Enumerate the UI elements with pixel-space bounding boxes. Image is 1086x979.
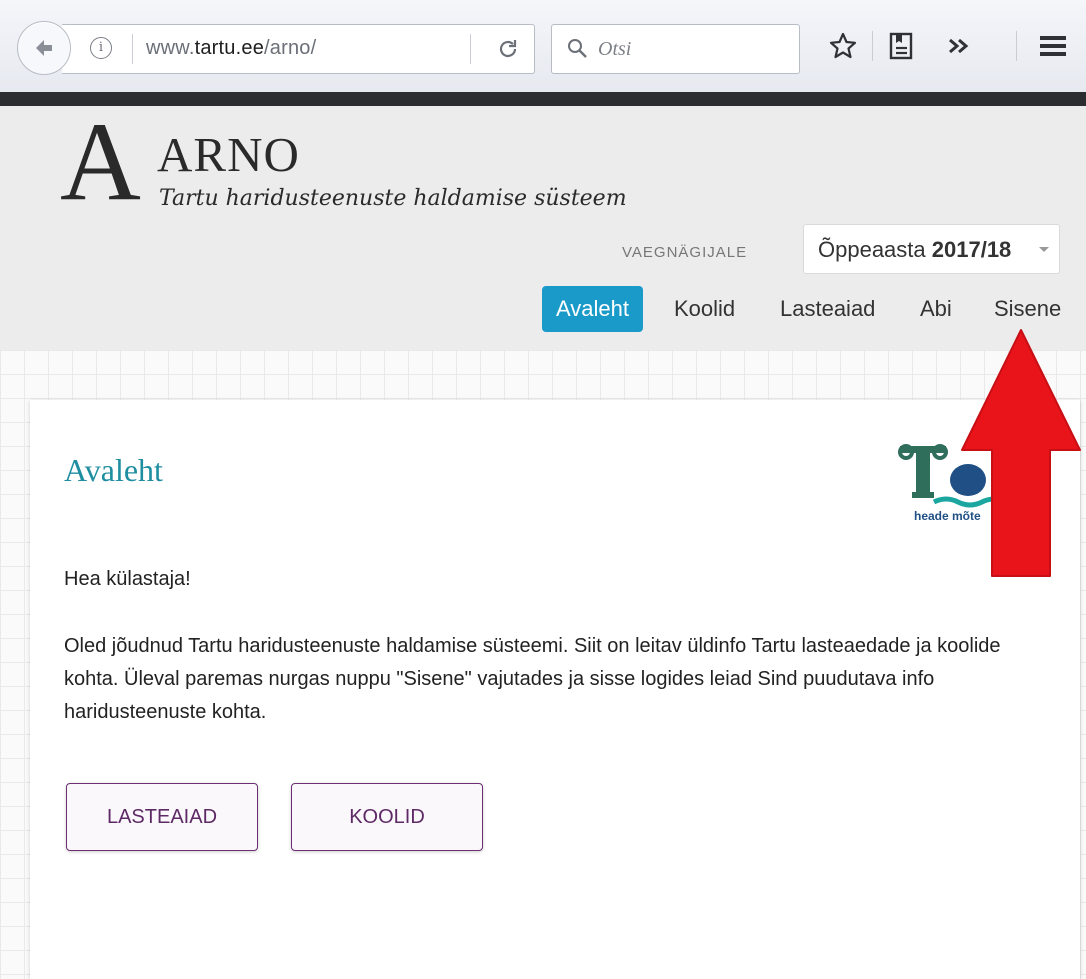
page-top-band: [0, 92, 1086, 106]
search-input[interactable]: [596, 35, 790, 63]
kindergartens-button[interactable]: LASTEAIAD: [66, 783, 258, 851]
overflow-chevron-icon[interactable]: [942, 26, 976, 66]
app-name[interactable]: ARNO: [157, 126, 300, 183]
url-path: /arno/: [264, 37, 317, 59]
intro-text: Oled jõudnud Tartu haridusteenuste halda…: [64, 635, 1001, 723]
chevron-down-icon: [1039, 247, 1049, 252]
year-label: Õppeaasta: [818, 237, 926, 262]
nav-item-avaleht[interactable]: Avaleht: [542, 286, 643, 332]
logo-letter[interactable]: A: [60, 106, 141, 218]
nav-item-lasteaiad[interactable]: Lasteaiad: [766, 286, 889, 332]
nav-item-abi[interactable]: Abi: [906, 286, 966, 332]
url-domain: tartu.ee: [194, 37, 265, 59]
divider: [132, 34, 133, 64]
toolbar-divider: [1016, 31, 1017, 61]
greeting-text: Hea külastaja!: [64, 568, 191, 590]
reading-list-icon[interactable]: [884, 26, 918, 66]
bookmark-star-icon[interactable]: [826, 26, 860, 66]
back-arrow-icon: [36, 40, 52, 56]
content-card: Avaleht heade mõte Hea külastaja! Oled j…: [30, 400, 1080, 979]
info-icon[interactable]: i: [90, 37, 112, 59]
browser-toolbar: i www.tartu.ee/arno/: [0, 0, 1086, 93]
year-value: 2017/18: [931, 237, 1012, 262]
reload-icon[interactable]: [496, 37, 520, 61]
annotation-arrow-icon: [961, 329, 1081, 577]
url-text[interactable]: www.tartu.ee/arno/: [146, 37, 316, 60]
site-header: A ARNO Tartu haridusteenuste haldamise s…: [0, 106, 1086, 350]
address-bar[interactable]: i www.tartu.ee/arno/: [62, 24, 535, 74]
app-tagline: Tartu haridusteenuste haldamise süsteem: [159, 186, 627, 211]
nav-item-koolid[interactable]: Koolid: [660, 286, 749, 332]
back-button[interactable]: [17, 21, 71, 75]
search-box: [551, 24, 800, 74]
search-icon: [568, 39, 587, 58]
page-title: Avaleht: [64, 452, 163, 488]
accessibility-link[interactable]: VAEGNÄGIJALE: [622, 244, 747, 261]
school-year-select[interactable]: Õppeaasta 2017/18: [803, 224, 1060, 274]
schools-button[interactable]: KOOLID: [291, 783, 483, 851]
url-prefix: www.: [146, 37, 195, 59]
hamburger-menu-icon[interactable]: [1036, 26, 1070, 66]
toolbar-divider: [872, 31, 873, 61]
divider: [470, 34, 471, 64]
